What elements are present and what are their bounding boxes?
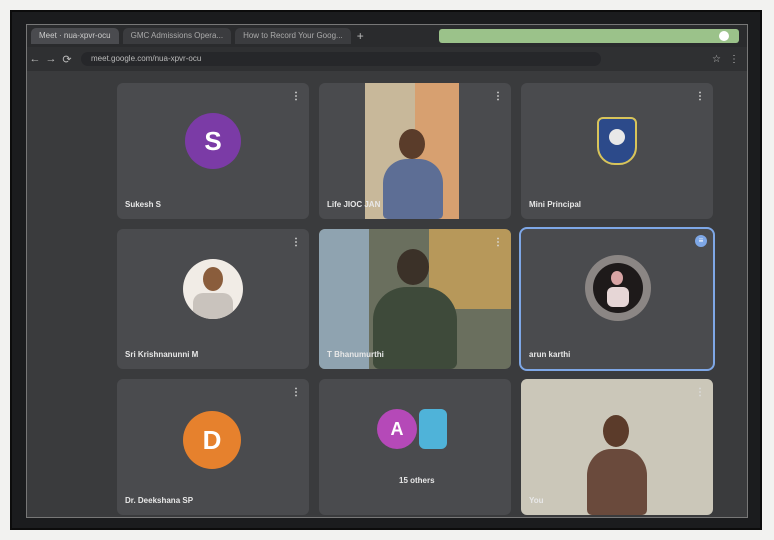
tile-menu-icon[interactable]: ⋮	[695, 387, 705, 398]
back-icon[interactable]: ←	[27, 53, 43, 65]
participant-name: Mini Principal	[529, 200, 582, 209]
new-tab-button[interactable]: +	[357, 29, 364, 43]
avatar-photo-head	[203, 267, 223, 291]
participant-tile[interactable]: D ⋮ Dr. Deekshana SP	[117, 379, 309, 515]
video-window-light	[319, 229, 369, 369]
logo-emblem	[609, 129, 625, 145]
person-body	[373, 287, 457, 369]
tab-meet[interactable]: Meet · nua-xpvr-ocu	[31, 28, 119, 44]
person-head	[397, 249, 429, 285]
photo-frame: Meet · nua-xpvr-ocu GMC Admissions Opera…	[10, 10, 762, 530]
avatar-photo-body	[193, 293, 233, 319]
video-feed	[365, 83, 459, 219]
avatar-photo-head	[611, 271, 623, 285]
participant-tile-self[interactable]: ⋮ You	[521, 379, 713, 515]
person-head	[399, 129, 425, 159]
reload-icon[interactable]: ⟳	[59, 53, 75, 66]
person-head	[603, 415, 629, 447]
tile-menu-icon[interactable]: ⋮	[493, 237, 503, 248]
participant-name: Sri Krishnanunni M	[125, 350, 199, 359]
person-body	[383, 159, 443, 219]
avatar	[183, 259, 243, 319]
tab-progress-bar	[439, 29, 739, 43]
tile-menu-icon[interactable]: ⋮	[695, 91, 705, 102]
person-body	[587, 449, 647, 515]
tab-record[interactable]: How to Record Your Goog...	[235, 28, 351, 44]
tab-admissions[interactable]: GMC Admissions Opera...	[122, 28, 232, 44]
avatar-photo-body	[607, 287, 629, 307]
tile-menu-icon[interactable]: ⋮	[291, 91, 301, 102]
tile-menu-icon[interactable]: ⋮	[291, 237, 301, 248]
institution-logo	[597, 117, 637, 165]
meet-participant-grid: S ⋮ Sukesh S ⋮ Life JIOC JAN ⋮ Mini Prin…	[117, 83, 715, 517]
participant-name: 15 others	[399, 476, 435, 485]
participant-tile[interactable]: ⋮ T Bhanumurthi	[319, 229, 511, 369]
participant-tile[interactable]: ⋮ Life JIOC JAN	[319, 83, 511, 219]
participant-name: T Bhanumurthi	[327, 350, 384, 359]
participant-tile[interactable]: ⋮ Sri Krishnanunni M	[117, 229, 309, 369]
participant-name: Dr. Deekshana SP	[125, 496, 194, 505]
avatar	[585, 255, 651, 321]
browser-tab-bar: Meet · nua-xpvr-ocu GMC Admissions Opera…	[27, 25, 747, 47]
star-icon[interactable]: ☆	[712, 54, 721, 65]
participant-name: Life JIOC JAN	[327, 200, 381, 209]
participant-tile-active-speaker[interactable]: ≡ arun karthi	[519, 227, 715, 371]
tile-menu-icon[interactable]: ⋮	[493, 91, 503, 102]
participant-name: Sukesh S	[125, 200, 162, 209]
participant-tile[interactable]: ⋮ Mini Principal	[521, 83, 713, 219]
participant-name: You	[529, 496, 544, 505]
others-tile[interactable]: A 15 others	[319, 379, 511, 515]
avatar: A	[377, 409, 417, 449]
browser-address-bar: ← → ⟳ meet.google.com/nua-xpvr-ocu ☆ ⋮	[27, 47, 747, 71]
avatar: D	[183, 411, 241, 469]
avatar: S	[185, 113, 241, 169]
url-input[interactable]: meet.google.com/nua-xpvr-ocu	[81, 52, 601, 66]
video-feed	[319, 229, 511, 369]
group-avatar-icon	[419, 409, 447, 449]
forward-icon[interactable]: →	[43, 53, 59, 65]
tile-menu-icon[interactable]: ⋮	[291, 387, 301, 398]
browser-toolbar-right: ☆ ⋮	[712, 54, 739, 65]
browser-menu-icon[interactable]: ⋮	[729, 54, 739, 65]
video-feed	[521, 379, 713, 515]
monitor-screen: Meet · nua-xpvr-ocu GMC Admissions Opera…	[26, 24, 748, 518]
participant-tile[interactable]: S ⋮ Sukesh S	[117, 83, 309, 219]
participant-name: arun karthi	[529, 350, 571, 359]
tab-bar-dot-icon	[719, 31, 729, 41]
speaking-indicator-icon: ≡	[695, 235, 707, 247]
avatar-photo	[593, 263, 643, 313]
